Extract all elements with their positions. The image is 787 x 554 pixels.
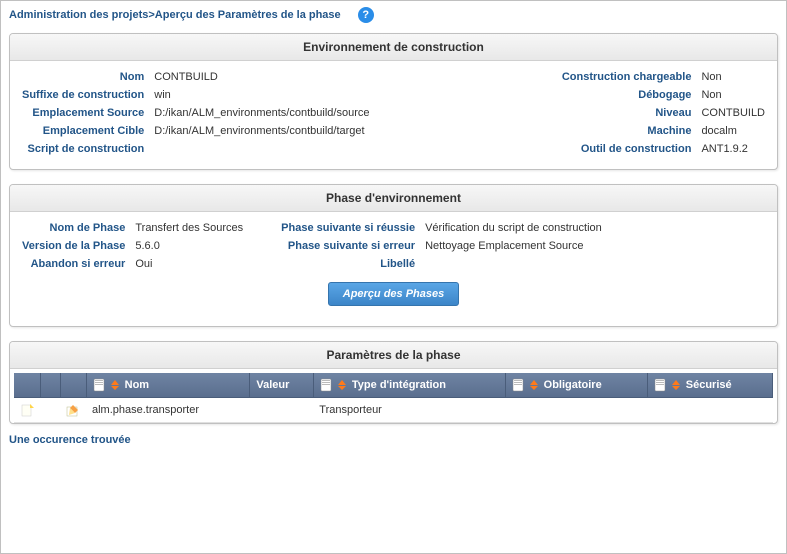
value-erreur: Nettoyage Emplacement Source	[425, 240, 602, 252]
col-type-label: Type d'intégration	[352, 379, 446, 391]
col-type[interactable]: Type d'intégration	[313, 373, 505, 398]
label-debug: Débogage	[562, 89, 692, 101]
result-count: Une occurence trouvée	[9, 428, 778, 448]
cell-nom: alm.phase.transporter	[86, 398, 250, 423]
breadcrumb-part-2[interactable]: Aperçu des Paramètres de la phase	[155, 9, 341, 21]
breadcrumb-part-1[interactable]: Administration des projets	[9, 9, 148, 21]
value-machine: docalm	[701, 125, 765, 137]
cell-securise	[647, 398, 772, 423]
value-phase-abandon: Oui	[135, 258, 243, 270]
col-obligatoire-label: Obligatoire	[544, 379, 602, 391]
label-erreur: Phase suivante si erreur	[281, 240, 415, 252]
help-icon[interactable]: ?	[358, 7, 374, 23]
value-script	[154, 143, 369, 155]
value-reussie: Vérification du script de construction	[425, 222, 602, 234]
label-script: Script de construction	[22, 143, 144, 155]
value-chargeable: Non	[701, 71, 765, 83]
label-phase-ver: Version de la Phase	[22, 240, 125, 252]
panel-phase: Phase d'environnement Nom de Phase Trans…	[9, 184, 778, 327]
value-suffixe: win	[154, 89, 369, 101]
col-action-2	[40, 373, 60, 398]
col-securise-label: Sécurisé	[686, 379, 732, 391]
label-phase-nom: Nom de Phase	[22, 222, 125, 234]
value-libelle	[425, 258, 602, 270]
col-obligatoire[interactable]: Obligatoire	[505, 373, 647, 398]
page-icon	[320, 378, 332, 392]
col-action-3	[60, 373, 86, 398]
col-nom[interactable]: Nom	[86, 373, 250, 398]
label-reussie: Phase suivante si réussie	[281, 222, 415, 234]
breadcrumb: Administration des projets>Aperçu des Pa…	[9, 7, 778, 23]
label-chargeable: Construction chargeable	[562, 71, 692, 83]
label-suffixe: Suffixe de construction	[22, 89, 144, 101]
label-src: Emplacement Source	[22, 107, 144, 119]
page-icon	[654, 378, 666, 392]
page-icon	[93, 378, 105, 392]
env-right-col: Construction chargeable Non Débogage Non…	[562, 71, 765, 155]
cell-type: Transporteur	[313, 398, 505, 423]
value-phase-nom: Transfert des Sources	[135, 222, 243, 234]
panel-phase-title: Phase d'environnement	[10, 185, 777, 212]
button-apercu-phases[interactable]: Aperçu des Phases	[328, 282, 460, 306]
col-valeur-label: Valeur	[256, 379, 289, 391]
phase-right-col: Phase suivante si réussie Vérification d…	[281, 222, 602, 270]
edit-icon[interactable]	[66, 403, 80, 417]
value-phase-ver: 5.6.0	[135, 240, 243, 252]
panel-environment-title: Environnement de construction	[10, 34, 777, 61]
env-left-col: Nom CONTBUILD Suffixe de construction wi…	[22, 71, 369, 155]
sort-icon	[338, 380, 346, 390]
col-action-1	[14, 373, 40, 398]
value-niveau: CONTBUILD	[701, 107, 765, 119]
page-icon	[512, 378, 524, 392]
label-nom: Nom	[22, 71, 144, 83]
label-tgt: Emplacement Cible	[22, 125, 144, 137]
phase-left-col: Nom de Phase Transfert des Sources Versi…	[22, 222, 243, 270]
panel-environment: Environnement de construction Nom CONTBU…	[9, 33, 778, 170]
sort-icon	[672, 380, 680, 390]
cell-valeur	[250, 398, 313, 423]
label-outil: Outil de construction	[562, 143, 692, 155]
label-machine: Machine	[562, 125, 692, 137]
label-niveau: Niveau	[562, 107, 692, 119]
sort-icon	[111, 380, 119, 390]
table-row: alm.phase.transporter Transporteur	[14, 398, 773, 423]
value-nom: CONTBUILD	[154, 71, 369, 83]
value-debug: Non	[701, 89, 765, 101]
sort-icon	[530, 380, 538, 390]
value-tgt: D:/ikan/ALM_environments/contbuild/targe…	[154, 125, 369, 137]
value-src: D:/ikan/ALM_environments/contbuild/sourc…	[154, 107, 369, 119]
col-nom-label: Nom	[125, 379, 149, 391]
panel-parametres-title: Paramètres de la phase	[10, 342, 777, 369]
panel-parametres: Paramètres de la phase	[9, 341, 778, 424]
col-securise[interactable]: Sécurisé	[647, 373, 772, 398]
label-libelle: Libellé	[281, 258, 415, 270]
label-phase-abandon: Abandon si erreur	[22, 258, 125, 270]
parametres-table: Nom Valeur Type d'intégration	[14, 373, 773, 423]
cell-obligatoire	[505, 398, 647, 423]
value-outil: ANT1.9.2	[701, 143, 765, 155]
new-icon[interactable]	[20, 403, 34, 417]
col-valeur[interactable]: Valeur	[250, 373, 313, 398]
